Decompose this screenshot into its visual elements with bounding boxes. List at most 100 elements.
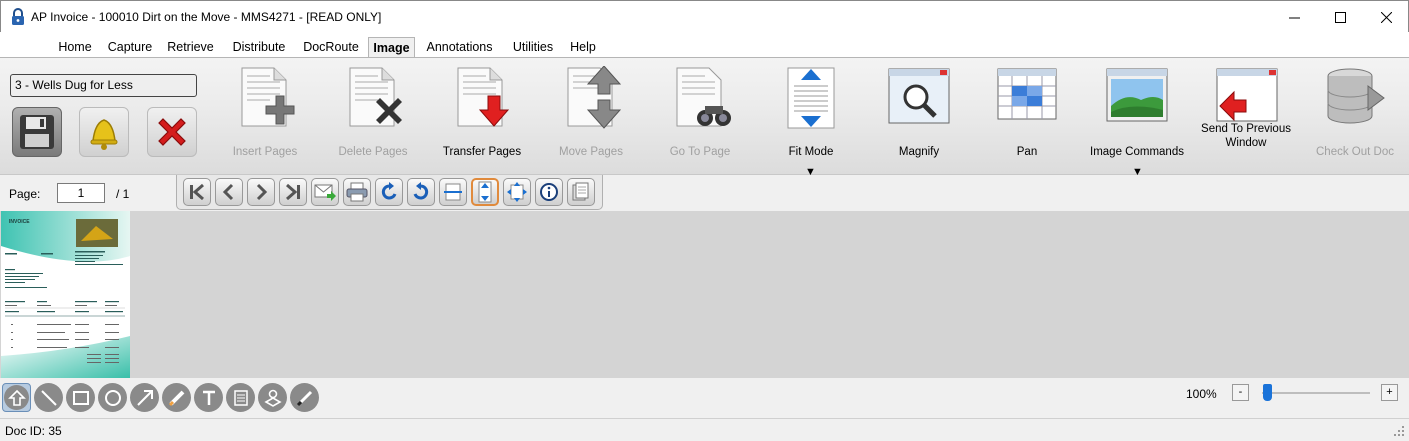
magnify-icon xyxy=(888,68,950,124)
save-button[interactable] xyxy=(12,107,62,157)
zoom-level: 100% xyxy=(1186,387,1217,401)
fit-page-button[interactable] xyxy=(503,178,531,206)
fit-height-button[interactable] xyxy=(471,178,499,206)
menu-distribute[interactable]: Distribute xyxy=(227,36,291,58)
email-icon xyxy=(314,184,336,201)
send-to-previous-label-line2: Window xyxy=(1225,137,1267,149)
rectangle-tool-button[interactable] xyxy=(66,383,95,412)
transfer-pages-button[interactable]: Transfer Pages xyxy=(440,66,524,166)
page-number-input[interactable]: 1 xyxy=(57,183,105,203)
page-properties-icon xyxy=(572,182,589,201)
minimize-button[interactable] xyxy=(1271,1,1317,33)
rotate-right-button[interactable] xyxy=(407,178,435,206)
first-page-button[interactable] xyxy=(183,178,211,206)
thumbnail-heading: INVOICE xyxy=(9,219,30,225)
fit-width-button[interactable] xyxy=(439,178,467,206)
ellipse-icon xyxy=(104,389,121,406)
pan-icon xyxy=(997,68,1057,120)
fit-height-icon xyxy=(478,181,492,203)
page-toolbar: Page: 1 / 1 xyxy=(0,175,1409,211)
check-out-doc-label: Check Out Doc xyxy=(1316,146,1394,158)
fit-mode-icon xyxy=(787,67,835,129)
check-out-doc-button[interactable]: Check Out Doc xyxy=(1312,66,1398,166)
delete-pages-icon xyxy=(349,67,402,127)
zoom-slider-track[interactable] xyxy=(1262,392,1370,394)
last-page-button[interactable] xyxy=(279,178,307,206)
previous-page-button[interactable] xyxy=(215,178,243,206)
insert-pages-button[interactable]: Insert Pages xyxy=(228,66,302,166)
send-to-previous-window-button[interactable]: Send To Previous Window xyxy=(1196,66,1296,166)
image-commands-button[interactable]: Image Commands ▼ xyxy=(1090,66,1184,178)
magnify-button[interactable]: Magnify xyxy=(884,66,954,166)
note-tool-button[interactable] xyxy=(226,383,255,412)
pen-icon xyxy=(296,390,312,406)
menu-capture[interactable]: Capture xyxy=(103,36,157,58)
page-label: Page: xyxy=(9,187,41,201)
info-button[interactable] xyxy=(535,178,563,206)
arrow-tool-button[interactable] xyxy=(130,383,159,412)
rotate-left-icon xyxy=(381,182,397,200)
annotation-toolbar: 100% - + xyxy=(0,378,1409,418)
stamp-tool-button[interactable] xyxy=(258,383,287,412)
pen-tool-button[interactable] xyxy=(290,383,319,412)
previous-page-icon xyxy=(222,183,234,201)
pan-button[interactable]: Pan xyxy=(992,66,1062,166)
fit-mode-button[interactable]: Fit Mode ▼ xyxy=(776,66,846,178)
text-icon xyxy=(202,390,215,405)
menu-retrieve[interactable]: Retrieve xyxy=(163,36,218,58)
rotate-left-button[interactable] xyxy=(375,178,403,206)
rotate-right-icon xyxy=(413,182,429,200)
pointer-tool-button[interactable] xyxy=(2,383,31,412)
page-properties-button[interactable] xyxy=(567,178,595,206)
highlighter-tool-button[interactable] xyxy=(162,383,191,412)
notify-button[interactable] xyxy=(79,107,129,157)
line-tool-button[interactable] xyxy=(34,383,63,412)
pointer-icon xyxy=(7,389,26,406)
go-to-page-button[interactable]: Go To Page xyxy=(663,66,737,166)
ellipse-tool-button[interactable] xyxy=(98,383,127,412)
close-button[interactable] xyxy=(1363,1,1409,33)
page-total: / 1 xyxy=(116,187,130,201)
menu-utilities[interactable]: Utilities xyxy=(507,36,559,58)
email-button[interactable] xyxy=(311,178,339,206)
send-to-previous-window-icon xyxy=(1216,68,1278,122)
image-commands-label: Image Commands xyxy=(1090,146,1184,158)
maximize-button[interactable] xyxy=(1317,1,1363,33)
move-pages-label: Move Pages xyxy=(559,146,623,158)
send-to-previous-label-line1: Send To Previous xyxy=(1201,123,1291,135)
image-viewer[interactable]: INVOICE xyxy=(0,211,1409,378)
zoom-in-button[interactable]: + xyxy=(1381,384,1398,401)
fit-width-icon xyxy=(444,183,462,201)
ribbon: 3 - Wells Dug for Less Insert Pages Dele… xyxy=(0,57,1409,178)
zoom-slider-thumb[interactable] xyxy=(1263,384,1272,401)
magnify-label: Magnify xyxy=(898,146,940,158)
resize-grip-icon[interactable] xyxy=(1393,425,1405,437)
maximize-icon xyxy=(1334,11,1346,23)
delete-pages-label: Delete Pages xyxy=(338,146,408,158)
highlighter-icon xyxy=(168,390,184,406)
vendor-dropdown[interactable]: 3 - Wells Dug for Less xyxy=(10,74,197,97)
text-tool-button[interactable] xyxy=(194,383,223,412)
menu-bar: Home Capture Retrieve Distribute DocRout… xyxy=(0,36,1409,58)
rectangle-icon xyxy=(72,390,89,405)
print-button[interactable] xyxy=(343,178,371,206)
zoom-out-button[interactable]: - xyxy=(1232,384,1249,401)
next-page-button[interactable] xyxy=(247,178,275,206)
menu-annotations[interactable]: Annotations xyxy=(421,36,498,58)
page-thumbnail[interactable]: INVOICE xyxy=(1,211,130,378)
window-title: AP Invoice - 100010 Dirt on the Move - M… xyxy=(31,10,382,24)
cancel-button[interactable] xyxy=(147,107,197,157)
info-icon xyxy=(540,183,558,201)
arrow-icon xyxy=(136,389,153,406)
save-icon xyxy=(20,115,54,149)
menu-home[interactable]: Home xyxy=(52,36,98,58)
menu-image[interactable]: Image xyxy=(368,37,415,58)
menu-help[interactable]: Help xyxy=(564,36,602,58)
menu-docroute[interactable]: DocRoute xyxy=(298,36,364,58)
move-pages-button[interactable]: Move Pages xyxy=(554,66,628,166)
next-page-icon xyxy=(256,183,268,201)
delete-pages-button[interactable]: Delete Pages xyxy=(336,66,410,166)
move-pages-icon xyxy=(567,66,622,129)
print-icon xyxy=(346,182,368,202)
check-out-doc-icon xyxy=(1327,68,1385,124)
